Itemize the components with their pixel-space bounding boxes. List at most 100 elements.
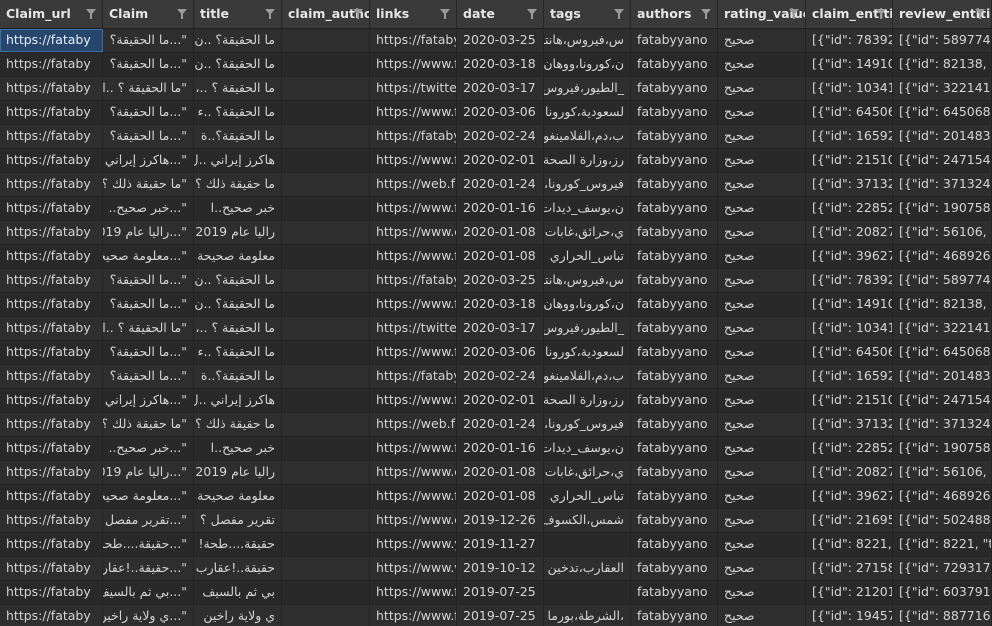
filter-icon[interactable] — [527, 9, 537, 19]
filter-icon[interactable] — [177, 9, 187, 19]
cell-review-entities[interactable]: [{"id": 82138, ' — [893, 293, 992, 316]
column-header-claim[interactable]: Claim — [103, 0, 194, 28]
cell-links[interactable]: https://www.f — [370, 437, 457, 460]
cell-claim-url[interactable]: https://fataby — [0, 173, 103, 196]
cell-rating-value[interactable]: صحيح — [718, 341, 806, 364]
filter-icon[interactable] — [789, 9, 799, 19]
cell-claim[interactable]: "...ما الحقيقة؟ — [103, 365, 194, 388]
cell-authors[interactable]: fatabyyano — [631, 413, 718, 436]
cell-date[interactable]: 2020-01-08 — [457, 485, 544, 508]
cell-review-entities[interactable]: [{"id": 190758 — [893, 197, 992, 220]
cell-links[interactable]: https://www.f — [370, 341, 457, 364]
cell-authors[interactable]: fatabyyano — [631, 173, 718, 196]
cell-authors[interactable]: fatabyyano — [631, 197, 718, 220]
column-header-date[interactable]: date — [457, 0, 544, 28]
cell-links[interactable]: https://fataby — [370, 125, 457, 148]
cell-review-entities[interactable]: [{"id": 247154 — [893, 149, 992, 172]
cell-date[interactable]: 2020-02-01 — [457, 149, 544, 172]
cell-claim-url[interactable]: https://fataby — [0, 509, 103, 532]
cell-claim[interactable]: "ما حقيقة ذلك ؟ — [103, 173, 194, 196]
cell-claim-url[interactable]: https://fataby — [0, 101, 103, 124]
cell-links[interactable]: https://fataby — [370, 29, 457, 52]
cell-rating-value[interactable]: صحيح — [718, 413, 806, 436]
cell-title[interactable]: بي ثم بالسيف — [194, 581, 282, 604]
column-header-authors[interactable]: authors — [631, 0, 718, 28]
cell-date[interactable]: 2020-01-08 — [457, 461, 544, 484]
cell-claim[interactable]: "...ما الحقيقة؟ — [103, 125, 194, 148]
cell-title[interactable]: هاكرز إيراني ..ل — [194, 389, 282, 412]
filter-icon[interactable] — [614, 9, 624, 19]
cell-title[interactable]: ما حقيقة ذلك ؟ — [194, 173, 282, 196]
table-row[interactable]: https://fataby "...ما الحقيقة؟ ما الحقيقة؟… — [0, 293, 992, 317]
filter-icon[interactable] — [876, 9, 886, 19]
cell-rating-value[interactable]: صحيح — [718, 293, 806, 316]
cell-date[interactable]: 2020-03-25 — [457, 29, 544, 52]
cell-claim-entities[interactable]: [{"id": 645068 — [806, 101, 893, 124]
cell-links[interactable]: https://twitte — [370, 317, 457, 340]
filter-icon[interactable] — [701, 9, 711, 19]
cell-claim[interactable]: "...ما الحقيقة؟ — [103, 269, 194, 292]
cell-claim-url[interactable]: https://fataby — [0, 485, 103, 508]
cell-authors[interactable]: fatabyyano — [631, 485, 718, 508]
cell-claim-entities[interactable]: [{"id": 215107 — [806, 389, 893, 412]
cell-date[interactable]: 2020-01-08 — [457, 221, 544, 244]
cell-links[interactable]: https://www.f — [370, 197, 457, 220]
cell-title[interactable]: معلومة صحيحة — [194, 485, 282, 508]
cell-title[interactable]: ي ولاية راخين — [194, 605, 282, 626]
cell-rating-value[interactable]: صحيح — [718, 149, 806, 172]
cell-title[interactable]: تقرير مفصل ؟ — [194, 509, 282, 532]
cell-claim-url[interactable]: https://fataby — [0, 365, 103, 388]
cell-claim-url[interactable]: https://fataby — [0, 53, 103, 76]
cell-date[interactable]: 2020-03-06 — [457, 341, 544, 364]
cell-tags[interactable]: لسعودية،كورونا — [544, 341, 631, 364]
cell-date[interactable]: 2020-03-17 — [457, 77, 544, 100]
cell-tags[interactable]: س،فيروس،هانتا — [544, 29, 631, 52]
cell-links[interactable]: https://www.f — [370, 149, 457, 172]
cell-links[interactable]: https://twitte — [370, 77, 457, 100]
cell-claim-author[interactable] — [282, 389, 370, 412]
cell-links[interactable]: https://www.y — [370, 533, 457, 556]
cell-claim[interactable]: "...معلومة صحيحة — [103, 245, 194, 268]
cell-claim-author[interactable] — [282, 293, 370, 316]
cell-date[interactable]: 2019-07-25 — [457, 581, 544, 604]
cell-authors[interactable]: fatabyyano — [631, 125, 718, 148]
cell-authors[interactable]: fatabyyano — [631, 365, 718, 388]
cell-tags[interactable] — [544, 533, 631, 556]
cell-claim[interactable]: "...خبر صحيح.. — [103, 437, 194, 460]
column-header-review-entities[interactable]: review_entities — [893, 0, 992, 28]
table-row[interactable]: https://fataby "...هاكرز إيراني هاكرز إيرا… — [0, 389, 992, 413]
cell-title[interactable]: خبر صحيح..ا — [194, 197, 282, 220]
cell-claim[interactable]: "...حقيقة....طحة! — [103, 533, 194, 556]
cell-title[interactable]: ما الحقيقة؟ ..ء — [194, 101, 282, 124]
cell-review-entities[interactable]: [{"id": 603791 — [893, 581, 992, 604]
cell-claim-author[interactable] — [282, 557, 370, 580]
cell-date[interactable]: 2020-03-18 — [457, 53, 544, 76]
table-row[interactable]: https://fataby "ما الحقيقة ؟ ..ا ما الحقيق… — [0, 77, 992, 101]
cell-claim-entities[interactable]: [{"id": 228525 — [806, 437, 893, 460]
cell-claim-entities[interactable]: [{"id": 165928 — [806, 125, 893, 148]
cell-claim-author[interactable] — [282, 365, 370, 388]
cell-links[interactable]: https://www.c — [370, 461, 457, 484]
table-row[interactable]: https://fataby "...ما الحقيقة؟ ما الحقيقة؟… — [0, 365, 992, 389]
table-row[interactable]: https://fataby "...خبر صحيح.. خبر صحيح..ا h… — [0, 197, 992, 221]
cell-claim-author[interactable] — [282, 485, 370, 508]
cell-authors[interactable]: fatabyyano — [631, 77, 718, 100]
cell-claim[interactable]: "...ما الحقيقة؟ — [103, 53, 194, 76]
cell-tags[interactable]: ب،دم،الفلامينغو — [544, 365, 631, 388]
cell-claim-url[interactable]: https://fataby — [0, 461, 103, 484]
cell-authors[interactable]: fatabyyano — [631, 101, 718, 124]
cell-rating-value[interactable]: صحيح — [718, 53, 806, 76]
cell-authors[interactable]: fatabyyano — [631, 341, 718, 364]
cell-title[interactable]: ما الحقيقة؟..ة — [194, 365, 282, 388]
cell-review-entities[interactable]: [{"id": 589774 — [893, 269, 992, 292]
cell-links[interactable]: https://www.f — [370, 581, 457, 604]
filter-icon[interactable] — [353, 9, 363, 19]
cell-claim-entities[interactable]: [{"id": 783925 — [806, 29, 893, 52]
cell-date[interactable]: 2020-01-08 — [457, 245, 544, 268]
cell-rating-value[interactable]: صحيح — [718, 173, 806, 196]
cell-review-entities[interactable]: [{"id": 56106, ' — [893, 221, 992, 244]
cell-links[interactable]: https://www.f — [370, 53, 457, 76]
cell-review-entities[interactable]: [{"id": 322141 — [893, 317, 992, 340]
cell-review-entities[interactable]: [{"id": 502488 — [893, 509, 992, 532]
cell-rating-value[interactable]: صحيح — [718, 101, 806, 124]
